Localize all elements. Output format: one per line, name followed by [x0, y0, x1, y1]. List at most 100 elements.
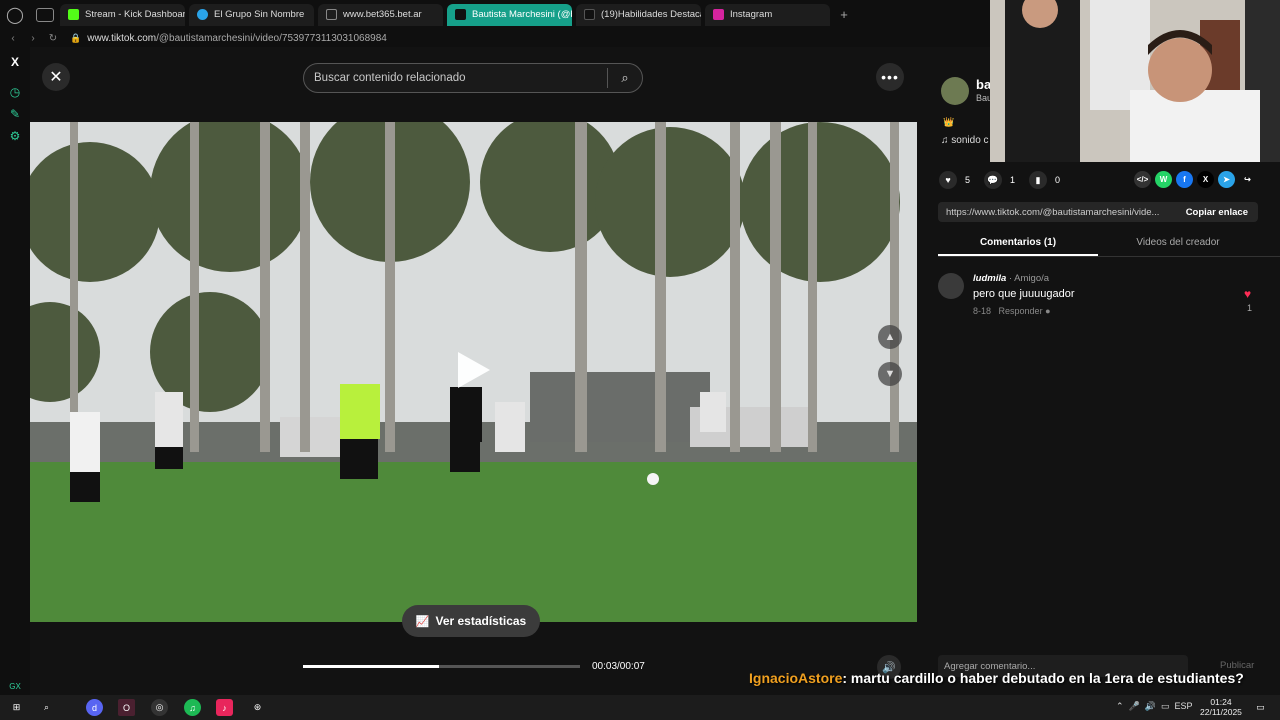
play-icon[interactable] [458, 352, 490, 388]
search-taskbar-icon[interactable]: ⌕ [38, 699, 55, 716]
notifications-icon[interactable]: ▭ [1252, 699, 1269, 716]
creator-avatar[interactable] [941, 77, 969, 105]
comment-button[interactable]: 💬 1 [984, 171, 1015, 189]
back-icon[interactable]: ‹ [6, 33, 20, 44]
link-box: https://www.tiktok.com/@bautistamarchesi… [938, 202, 1258, 222]
creator-name[interactable]: ba [976, 77, 991, 92]
tab-label: El Grupo Sin Nombre [214, 9, 305, 20]
url-host[interactable]: www.tiktok.com [87, 33, 156, 44]
webcam-scene [990, 0, 1280, 162]
chat-username: IgnacioAstore [749, 670, 843, 686]
like-count: 5 [965, 175, 971, 185]
tab-bet365[interactable]: www.bet365.bet.ar [318, 3, 443, 26]
bookmark-icon: ▮ [1029, 171, 1048, 189]
new-tab-button[interactable]: + [834, 7, 854, 22]
reply-button[interactable]: Responder [999, 306, 1043, 316]
more-options-button[interactable]: ••• [876, 63, 904, 91]
previous-video-button[interactable]: ▲ [878, 325, 902, 349]
page-icon [326, 9, 337, 20]
video-link[interactable]: https://www.tiktok.com/@bautistamarchesi… [938, 207, 1176, 218]
video-frame[interactable]: ▲ ▼ [30, 122, 917, 622]
comment-count: 1 [1010, 175, 1016, 185]
tab-instagram[interactable]: Instagram [705, 3, 830, 26]
extensions-icon[interactable]: ✎ [0, 103, 30, 125]
address-bar: ‹ › ↻ 🔒 www.tiktok.com/@bautistamarchesi… [0, 29, 990, 47]
history-icon[interactable]: ◷ [0, 81, 30, 103]
gx-label[interactable]: GX [0, 682, 30, 691]
view-stats-label: Ver estadísticas [435, 614, 527, 628]
opera-gx-taskbar-icon[interactable]: O [118, 699, 135, 716]
settings-icon[interactable]: ⚙ [0, 125, 30, 147]
telegram-icon [197, 9, 208, 20]
sound-name: sonido c [951, 135, 989, 146]
tab-kick[interactable]: Stream - Kick Dashboard [60, 3, 185, 26]
x-icon[interactable]: X [0, 51, 30, 73]
caption-emoji: 👑 [943, 117, 955, 127]
search-icon[interactable]: ⌕ [608, 70, 642, 86]
tab-menu-icon[interactable] [36, 7, 54, 22]
lock-icon: 🔒 [70, 32, 82, 43]
progress-bar[interactable] [303, 665, 580, 668]
tab-tiktok-habilidades[interactable]: (19)Habilidades Destacad [576, 3, 701, 26]
app-icon[interactable]: ⊛ [249, 699, 266, 716]
share-row: </> W f X ➤ ↪ [1134, 171, 1260, 188]
facebook-icon[interactable]: f [1176, 171, 1193, 188]
comment-meta: 8-18 Responder ● [973, 306, 1051, 316]
tiktok-icon [455, 9, 466, 20]
search-box[interactable]: Buscar contenido relacionado ⌕ [303, 63, 643, 93]
clock-time: 01:24 [1210, 697, 1232, 707]
tab-comments[interactable]: Comentarios (1) [938, 233, 1098, 256]
tab-telegram[interactable]: El Grupo Sin Nombre [189, 3, 314, 26]
tab-label: Bautista Marchesini (@ba [472, 9, 572, 20]
windows-start-icon[interactable]: ⊞ [8, 699, 25, 716]
comment-like-count: 1 [1247, 303, 1253, 313]
reload-icon[interactable]: ↻ [46, 33, 60, 44]
chart-icon: 📈 [415, 615, 430, 628]
music-icon: ♫ [941, 135, 952, 146]
tab-label: Instagram [730, 9, 773, 20]
share-arrow-icon[interactable]: ↪ [1239, 171, 1256, 188]
video-player-area: ✕ Buscar contenido relacionado ⌕ ••• ▲ ▼… [30, 47, 917, 695]
x-share-icon[interactable]: X [1197, 171, 1214, 188]
url-path[interactable]: /@bautistamarchesini/video/7539773113031… [156, 33, 387, 44]
opera-gx-logo-icon[interactable]: ◯ [0, 0, 30, 29]
screen: ◯ Stream - Kick Dashboard El Grupo Sin N… [0, 0, 1280, 720]
tab-tiktok-active[interactable]: Bautista Marchesini (@ba [447, 3, 572, 26]
spotify-icon[interactable]: ♫ [184, 699, 201, 716]
chat-message: IgnacioAstore: martu cardillo o haber de… [749, 670, 1244, 686]
tab-label: Stream - Kick Dashboard [85, 9, 185, 20]
obs-icon[interactable]: ◎ [151, 699, 168, 716]
copy-link-button[interactable]: Copiar enlace [1176, 207, 1258, 218]
telegram-share-icon[interactable]: ➤ [1218, 171, 1235, 188]
next-video-button[interactable]: ▼ [878, 362, 902, 386]
sound-label[interactable]: ♫ sonido c [941, 135, 989, 146]
tab-label: (19)Habilidades Destacad [601, 9, 701, 20]
browser-sidebar: X ◷ ✎ ⚙ GX [0, 47, 30, 695]
kick-icon [68, 9, 79, 20]
comment-like-icon[interactable]: ♥ [1244, 287, 1251, 301]
view-stats-button[interactable]: 📈 Ver estadísticas [402, 605, 540, 637]
clock[interactable]: 01:24 22/11/2025 [1200, 697, 1242, 717]
language-indicator: ESP [1174, 701, 1193, 711]
commenter-username: ludmila [973, 273, 1007, 284]
commenter-name[interactable]: ludmila · Amigo/a [973, 273, 1049, 284]
close-button[interactable]: ✕ [42, 63, 70, 91]
forward-icon[interactable]: › [26, 33, 40, 44]
like-button[interactable]: ♥ 5 [939, 171, 970, 189]
commenter-relation: · Amigo/a [1008, 273, 1050, 284]
chat-text: : martu cardillo o haber debutado en la … [842, 670, 1244, 686]
discord-icon[interactable]: d [86, 699, 103, 716]
save-count: 0 [1055, 175, 1061, 185]
tiktok-live-icon[interactable]: ♪ [216, 699, 233, 716]
action-row: ♥ 5 💬 1 ▮ 0 [939, 171, 1074, 189]
tab-creator-videos[interactable]: Videos del creador [1098, 233, 1258, 256]
save-button[interactable]: ▮ 0 [1029, 171, 1060, 189]
whatsapp-icon[interactable]: W [1155, 171, 1172, 188]
progress-fill [303, 665, 439, 668]
time-display: 00:03/00:07 [592, 661, 645, 672]
commenter-avatar[interactable] [938, 273, 964, 299]
windows-taskbar: ⊞ ⌕ d O ◎ ♫ ♪ ⊛ ⌃ 🎤 🔊 ▭ ESP 01:24 22/11/2… [0, 695, 1280, 720]
search-input[interactable]: Buscar contenido relacionado [304, 72, 607, 84]
system-tray[interactable]: ⌃ 🎤 🔊 ▭ ESP [1116, 701, 1192, 712]
embed-icon[interactable]: </> [1134, 171, 1151, 188]
